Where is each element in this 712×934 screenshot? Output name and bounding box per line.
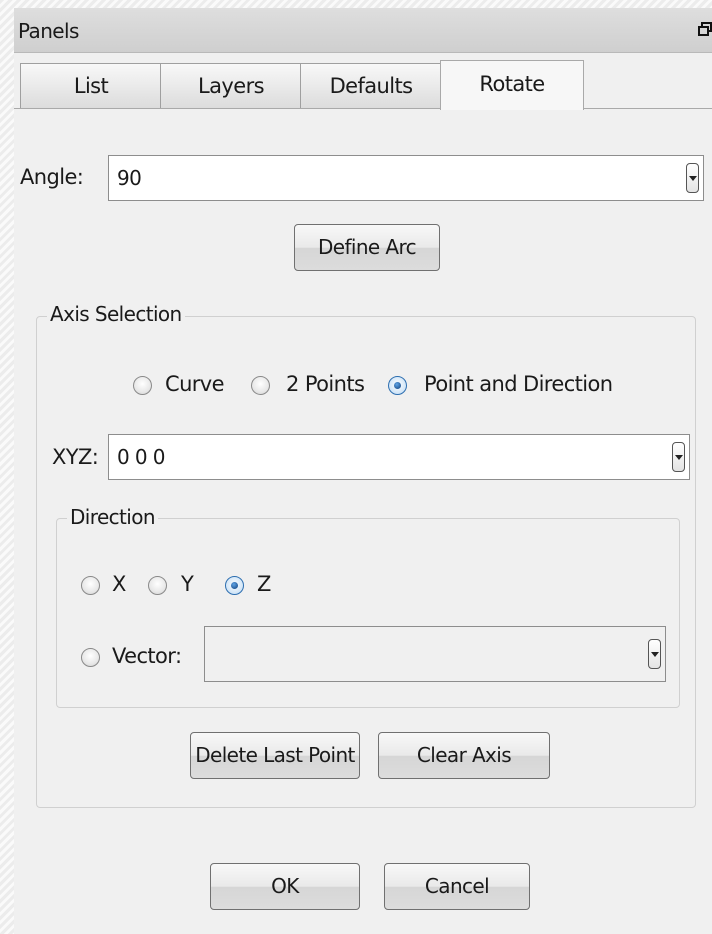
chevron-down-icon[interactable] bbox=[686, 163, 699, 193]
cancel-button[interactable]: Cancel bbox=[384, 863, 530, 910]
y-radio[interactable] bbox=[148, 576, 167, 595]
angle-label: Angle: bbox=[20, 165, 84, 189]
z-label: Z bbox=[257, 572, 271, 596]
vector-combobox[interactable] bbox=[204, 626, 666, 682]
y-label: Y bbox=[181, 572, 194, 596]
tab-rotate[interactable]: Rotate bbox=[440, 60, 584, 110]
curve-radio[interactable] bbox=[133, 376, 152, 395]
tab-divider bbox=[14, 108, 712, 109]
tab-defaults[interactable]: Defaults bbox=[300, 63, 442, 108]
direction-legend: Direction bbox=[67, 505, 158, 529]
ok-button[interactable]: OK bbox=[210, 863, 360, 910]
vector-radio[interactable] bbox=[81, 648, 100, 667]
z-radio[interactable] bbox=[225, 576, 244, 595]
axis-selection-legend: Axis Selection bbox=[47, 302, 185, 326]
x-radio[interactable] bbox=[81, 576, 100, 595]
float-window-icon[interactable] bbox=[698, 22, 712, 36]
two-points-label: 2 Points bbox=[286, 372, 365, 396]
chevron-down-icon[interactable] bbox=[672, 442, 685, 472]
chevron-down-icon[interactable] bbox=[648, 639, 661, 669]
xyz-label: XYZ: bbox=[52, 445, 99, 469]
angle-value: 90 bbox=[117, 166, 142, 190]
xyz-value: 0 0 0 bbox=[117, 445, 165, 469]
x-label: X bbox=[112, 572, 126, 596]
tab-layers[interactable]: Layers bbox=[160, 63, 302, 108]
tab-list[interactable]: List bbox=[20, 63, 162, 108]
clear-axis-button[interactable]: Clear Axis bbox=[378, 732, 550, 779]
panel-title: Panels bbox=[18, 19, 79, 43]
define-arc-button[interactable]: Define Arc bbox=[294, 224, 440, 271]
angle-combobox[interactable]: 90 bbox=[108, 155, 704, 201]
panels-dock: Panels List Layers Defaults Rotate Angle… bbox=[14, 8, 712, 934]
xyz-combobox[interactable]: 0 0 0 bbox=[108, 434, 690, 480]
panel-titlebar: Panels bbox=[14, 8, 712, 53]
point-and-direction-label: Point and Direction bbox=[424, 372, 613, 396]
two-points-radio[interactable] bbox=[251, 376, 270, 395]
delete-last-point-button[interactable]: Delete Last Point bbox=[190, 732, 360, 779]
curve-label: Curve bbox=[165, 372, 225, 396]
vector-label: Vector: bbox=[112, 644, 182, 668]
point-and-direction-radio[interactable] bbox=[388, 376, 407, 395]
background-stripes-top bbox=[0, 0, 712, 8]
